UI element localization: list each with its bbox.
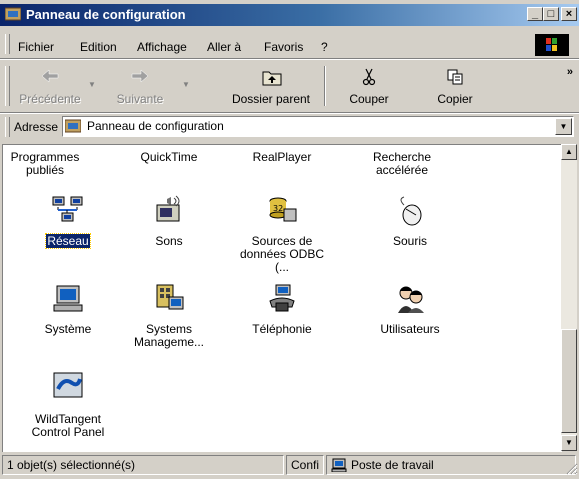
windows-logo-icon [535, 34, 569, 56]
wildtangent-icon [53, 372, 83, 398]
standard-toolbar: Précédente ▼ Suivante ▼ Dossier parent C… [0, 60, 579, 112]
sound-icon [156, 195, 180, 222]
scroll-up-icon[interactable]: ▲ [561, 144, 577, 160]
item-utilisateurs[interactable]: Utilisateurs [362, 283, 458, 353]
network-icon [52, 196, 83, 222]
item-souris[interactable]: Souris [362, 195, 458, 265]
menu-edition[interactable]: Edition [80, 40, 117, 54]
scroll-down-icon[interactable]: ▼ [561, 435, 577, 451]
forward-dropdown-icon[interactable]: ▼ [182, 80, 190, 89]
address-grip[interactable] [5, 117, 10, 137]
item-label: Sons [155, 234, 183, 248]
menu-bar: Fichier Edition Affichage Aller à Favori… [0, 28, 579, 58]
back-arrow-icon [41, 69, 59, 83]
status-zone-label: Poste de travail [351, 458, 434, 472]
copy-label: Copier [437, 92, 473, 106]
item-label: RealPlayer [252, 150, 312, 164]
my-computer-icon [331, 458, 347, 472]
status-zone: Poste de travail [326, 455, 576, 475]
scissors-icon [362, 68, 376, 86]
status-bar: 1 objet(s) sélectionné(s) Confi Poste de… [0, 454, 579, 476]
title-bar[interactable]: Panneau de configuration _ □ × [0, 4, 579, 26]
item-label: Souris [392, 234, 427, 248]
back-button[interactable]: Précédente [10, 64, 90, 108]
item-sons[interactable]: Sons [121, 195, 217, 265]
selected-label: Réseau [45, 233, 91, 249]
cut-label: Couper [349, 92, 389, 106]
item-label: Réseau [20, 233, 116, 249]
item-label: Programmes publiés [10, 150, 80, 177]
icon-view[interactable]: Programmes publiés QuickTime RealPlayer … [2, 144, 562, 452]
forward-arrow-icon [131, 69, 149, 83]
item-label: Système [44, 322, 92, 336]
sms-icon [156, 284, 184, 310]
users-icon [398, 286, 424, 313]
menu-fichier[interactable]: Fichier [18, 40, 54, 54]
maximize-button[interactable]: □ [543, 7, 559, 21]
window-title: Panneau de configuration [26, 7, 186, 22]
up-folder-button[interactable]: Dossier parent [222, 64, 320, 108]
address-bar: Adresse Panneau de configuration ▼ [0, 114, 579, 140]
forward-label: Suivante [116, 92, 164, 106]
menu-favoris[interactable]: Favoris [264, 40, 303, 54]
item-label: Sources de données ODBC (... [239, 234, 325, 274]
control-panel-small-icon [65, 119, 81, 133]
item-label: WildTangent Control Panel [31, 412, 105, 439]
address-field[interactable]: Panneau de configuration ▼ [62, 116, 574, 137]
forward-button[interactable]: Suivante [100, 64, 180, 108]
address-value: Panneau de configuration [87, 119, 224, 133]
back-dropdown-icon[interactable]: ▼ [88, 80, 96, 89]
item-systeme[interactable]: Système [20, 283, 116, 353]
folder-up-icon [262, 71, 282, 86]
item-telephonie[interactable]: Téléphonie [234, 283, 330, 353]
status-middle: Confi [286, 455, 324, 475]
item-label: Recherche accélérée [372, 150, 432, 177]
scroll-thumb[interactable] [561, 329, 577, 433]
item-label: QuickTime [140, 150, 198, 164]
toolbar-overflow-button[interactable]: » [567, 66, 573, 78]
svg-text:32: 32 [273, 204, 283, 213]
menu-help[interactable]: ? [321, 40, 328, 54]
menu-affichage[interactable]: Affichage [137, 40, 187, 54]
control-panel-window: Panneau de configuration _ □ × Fichier E… [0, 0, 579, 479]
vertical-scrollbar[interactable]: ▲ ▼ [561, 144, 577, 451]
item-odbc[interactable]: 32 Sources de données ODBC (... [234, 195, 330, 274]
minimize-button[interactable]: _ [527, 7, 543, 21]
item-systems-management[interactable]: Systems Manageme... [121, 283, 217, 353]
address-dropdown-icon[interactable]: ▼ [555, 118, 572, 135]
back-label: Précédente [19, 92, 81, 106]
item-label: Utilisateurs [380, 322, 440, 336]
system-icon [53, 285, 83, 312]
item-wildtangent[interactable]: WildTangent Control Panel [20, 369, 116, 449]
odbc-icon: 32 [269, 197, 297, 222]
resize-grip-icon[interactable] [564, 461, 578, 475]
status-selection: 1 objet(s) sélectionné(s) [2, 455, 284, 475]
item-reseau[interactable]: Réseau [20, 195, 116, 265]
menu-aller-a[interactable]: Aller à [207, 40, 241, 54]
mouse-icon [400, 196, 422, 226]
copy-icon [447, 69, 463, 85]
menu-grip[interactable] [5, 34, 10, 54]
close-button[interactable]: × [561, 7, 577, 21]
control-panel-icon [5, 7, 21, 21]
item-label: Systems Manageme... [133, 322, 205, 349]
cut-button[interactable]: Couper [334, 64, 404, 108]
item-label: Téléphonie [252, 322, 312, 336]
toolbar-separator [324, 66, 326, 106]
telephony-icon [269, 284, 295, 312]
up-folder-label: Dossier parent [231, 92, 311, 106]
copy-button[interactable]: Copier [420, 64, 490, 108]
address-label: Adresse [14, 120, 59, 134]
